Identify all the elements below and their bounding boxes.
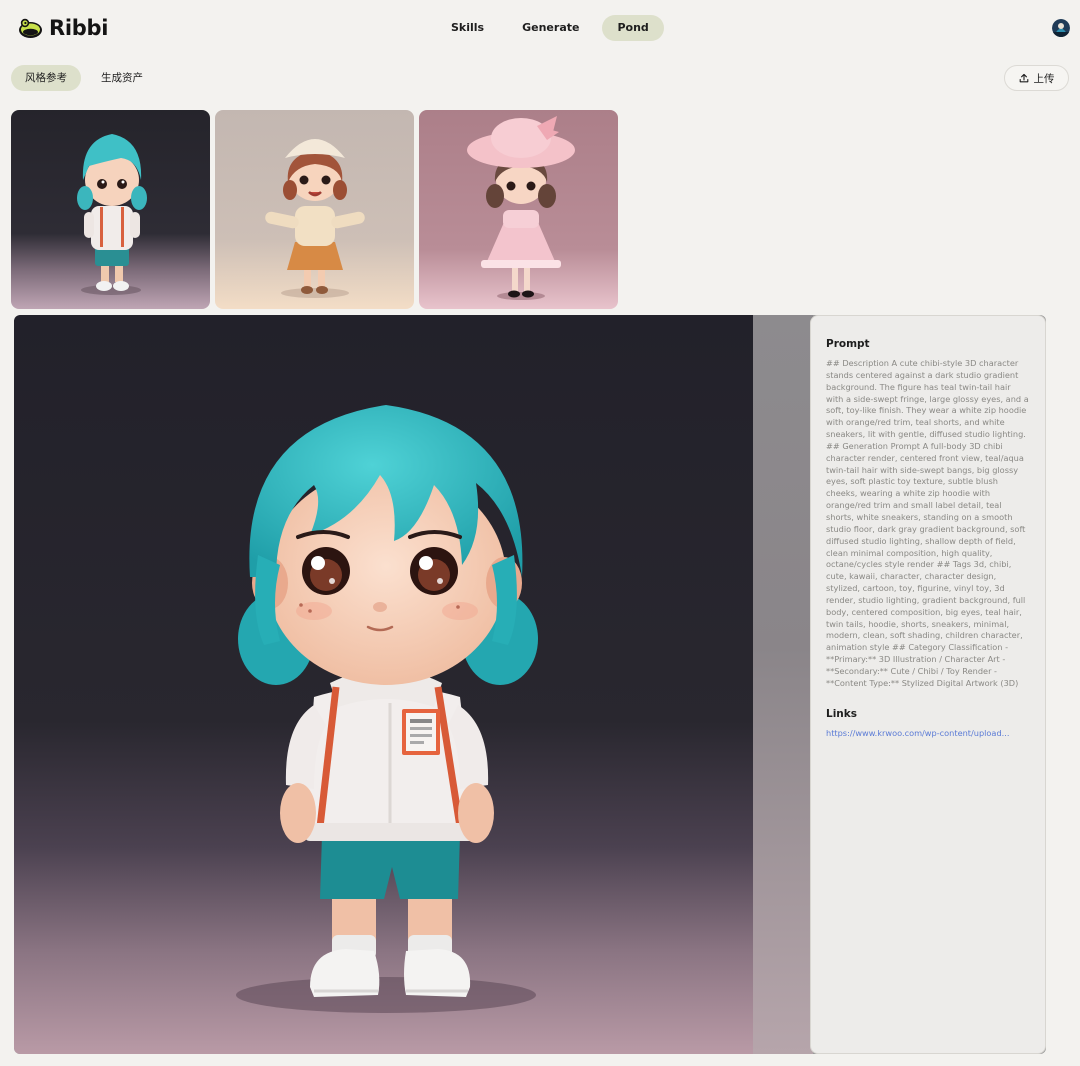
upload-button[interactable]: 上传 (1004, 65, 1069, 91)
nav-pond[interactable]: Pond (602, 15, 664, 41)
prompt-text: ## Description A cute chibi-style 3D cha… (826, 358, 1029, 688)
app-logo[interactable]: Ribbi (18, 16, 108, 40)
user-avatar[interactable] (1052, 19, 1070, 37)
avatar-image (1052, 19, 1070, 37)
large-character-render (14, 315, 753, 1054)
tab-generated-assets[interactable]: 生成资产 (87, 65, 157, 91)
thumbnail-teal-hair-chibi[interactable] (11, 110, 210, 309)
upload-icon (1019, 73, 1028, 83)
thumbnail-image (11, 110, 210, 309)
source-link[interactable]: https://www.krwoo.com/wp-content/upload.… (826, 728, 1030, 738)
prompt-heading: Prompt (826, 338, 870, 350)
links-heading: Links (826, 707, 857, 720)
thumbnail-image (215, 110, 414, 309)
top-header: Ribbi Skills Generate Pond (0, 0, 1080, 58)
app-name: Ribbi (49, 16, 109, 40)
preview-image[interactable] (14, 315, 753, 1054)
thumbnail-beret-girl-chibi[interactable] (215, 110, 414, 309)
upload-label: 上传 (1033, 72, 1055, 85)
details-panel: Prompt ## Description A cute chibi-style… (810, 315, 1046, 1054)
nav-skills[interactable]: Skills (436, 15, 499, 41)
frog-logo-icon (19, 18, 42, 38)
tab-style-reference[interactable]: 风格参考 (11, 65, 81, 91)
asset-tabs: 风格参考 生成资产 (11, 65, 157, 91)
thumbnail-pink-hat-girl-chibi[interactable] (419, 110, 618, 309)
preview-side-backdrop (753, 315, 813, 1054)
thumbnail-image (419, 110, 618, 309)
main-nav: Skills Generate Pond (436, 15, 664, 41)
nav-generate[interactable]: Generate (507, 15, 594, 41)
